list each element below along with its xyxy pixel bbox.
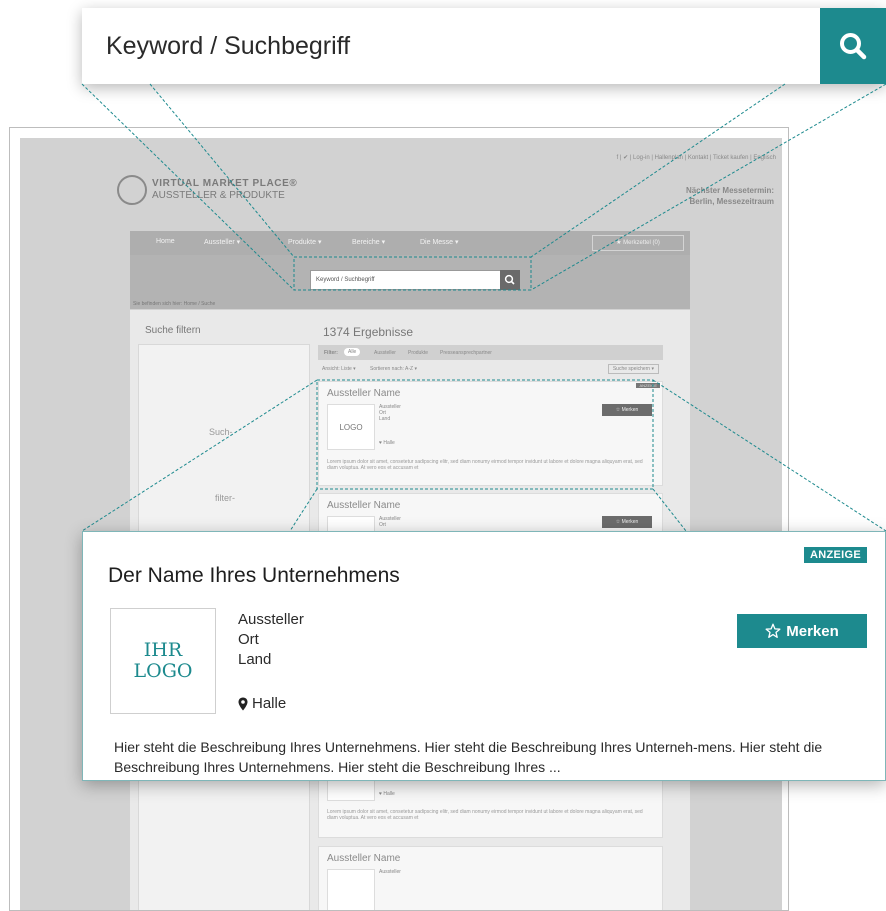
result-info-line: Land	[379, 416, 391, 422]
brand-line1: VIRTUAL MARKET PLACE®	[152, 178, 298, 189]
nav-item-home[interactable]: Home	[156, 238, 175, 245]
filter-tab-presse[interactable]: Presseansprechpartner	[440, 350, 492, 356]
logo-line: IHR	[143, 639, 183, 661]
info-land: Land	[238, 651, 272, 668]
info-ort: Ort	[238, 631, 259, 648]
page-preview: f | ✔ | Log-in | Hallenplan | Kontakt | …	[20, 138, 782, 910]
hero-search-bar: Keyword / Suchbegriff	[82, 8, 886, 84]
results-count: 1374 Ergebnisse	[323, 325, 414, 339]
sort-select[interactable]: Sortieren nach: A-Z ▾	[370, 366, 417, 372]
company-name[interactable]: Der Name Ihres Unternehmens	[108, 564, 400, 588]
result-description: Lorem ipsum dolor sit amet, consetetur s…	[327, 459, 643, 471]
result-merken-button[interactable]: ☆ Merken	[602, 516, 652, 528]
breadcrumb: Sie befinden sich hier: Home / Suche	[133, 301, 216, 307]
result-logo	[327, 869, 375, 910]
search-icon	[504, 274, 515, 285]
filter-tab-aussteller[interactable]: Aussteller	[374, 350, 396, 356]
result-description: Lorem ipsum dolor sit amet, consetetur s…	[327, 809, 643, 821]
result-title[interactable]: Aussteller Name	[327, 500, 400, 511]
filter-label: Filter:	[324, 350, 338, 356]
nav-item-die-messe[interactable]: Die Messe ▾	[420, 238, 459, 246]
sidebar-text: filter-	[215, 493, 235, 503]
filter-tab-alle[interactable]: Alle	[344, 348, 361, 356]
ad-card: Der Name Ihres Unternehmens ANZEIGE IHR …	[82, 531, 886, 781]
result-title[interactable]: Aussteller Name	[327, 388, 400, 399]
save-search-button[interactable]: Suche speichern ▾	[607, 364, 659, 374]
ad-badge: ANZEIGE	[636, 383, 660, 388]
result-info: Aussteller Ort Land	[379, 404, 401, 422]
watchlist-button[interactable]: ★ Merkzettel (0)	[592, 235, 684, 251]
merken-button[interactable]: Merken	[737, 614, 867, 648]
nav-item-bereiche[interactable]: Bereiche ▾	[352, 238, 385, 246]
search-button[interactable]	[820, 8, 886, 84]
result-info: Aussteller Ort	[379, 516, 401, 528]
result-title[interactable]: Aussteller Name	[327, 853, 400, 864]
page-search-button[interactable]	[500, 270, 520, 290]
halle-label: Halle	[252, 695, 287, 712]
filter-tabs: Filter: Alle Aussteller Produkte Pressea…	[318, 345, 663, 360]
halle-link[interactable]: Halle	[238, 695, 286, 712]
result-merken-button[interactable]: ☆ Merken	[602, 404, 652, 416]
view-select[interactable]: Ansicht: Liste ▾	[322, 366, 356, 372]
brand-line2: AUSSTELLER & PRODUKTE	[152, 190, 285, 201]
page-search-placeholder: Keyword / Suchbegriff	[316, 277, 375, 283]
main-nav: Home Aussteller ▾ Produkte ▾ Bereiche ▾ …	[130, 231, 690, 255]
sidebar-title: Suche filtern	[145, 325, 201, 336]
company-description: Hier steht die Beschreibung Ihres Untern…	[114, 739, 823, 775]
map-pin-icon	[238, 697, 248, 710]
search-icon	[840, 33, 867, 60]
result-logo: LOGO	[327, 404, 375, 450]
search-input[interactable]: Keyword / Suchbegriff	[82, 32, 820, 61]
star-icon	[765, 623, 781, 638]
sort-bar: Ansicht: Liste ▾ Sortieren nach: A-Z ▾ S…	[318, 363, 663, 375]
result-card: ANZEIGE Aussteller Name LOGO Aussteller …	[318, 381, 663, 486]
company-info: Aussteller Ort Land	[238, 610, 304, 670]
logo-line: LOGO	[133, 660, 193, 682]
result-card: ♥ Halle Lorem ipsum dolor sit amet, cons…	[318, 775, 663, 838]
result-info-line: Aussteller	[379, 869, 401, 875]
next-fair-line2: Berlin, Messezeitraum	[689, 197, 774, 206]
company-logo: IHR LOGO	[110, 608, 216, 714]
nav-item-produkte[interactable]: Produkte ▾	[288, 238, 321, 246]
merken-label: Merken	[786, 622, 839, 640]
result-info: Aussteller	[379, 869, 401, 875]
result-halle: ♥ Halle	[379, 440, 395, 446]
page-preview-frame: f | ✔ | Log-in | Hallenplan | Kontakt | …	[9, 127, 789, 911]
result-info-line: Ort	[379, 522, 386, 528]
nav-item-aussteller[interactable]: Aussteller ▾	[204, 238, 240, 246]
filter-tab-produkte[interactable]: Produkte	[408, 350, 428, 356]
result-card: Aussteller Name Aussteller	[318, 846, 663, 910]
sidebar-text: Such-	[209, 427, 233, 437]
utility-links: f | ✔ | Log-in | Hallenplan | Kontakt | …	[616, 155, 776, 161]
page-search-input[interactable]: Keyword / Suchbegriff	[310, 270, 520, 290]
info-type: Aussteller	[238, 611, 304, 628]
brand: VIRTUAL MARKET PLACE® AUSSTELLER & PRODU…	[152, 178, 297, 202]
result-halle: ♥ Halle	[379, 791, 395, 797]
brand-logo-icon	[117, 175, 147, 205]
next-fair-line1: Nächster Messetermin:	[685, 186, 774, 195]
ad-badge: ANZEIGE	[804, 547, 867, 563]
next-fair: Nächster Messetermin: Berlin, Messezeitr…	[686, 185, 774, 207]
